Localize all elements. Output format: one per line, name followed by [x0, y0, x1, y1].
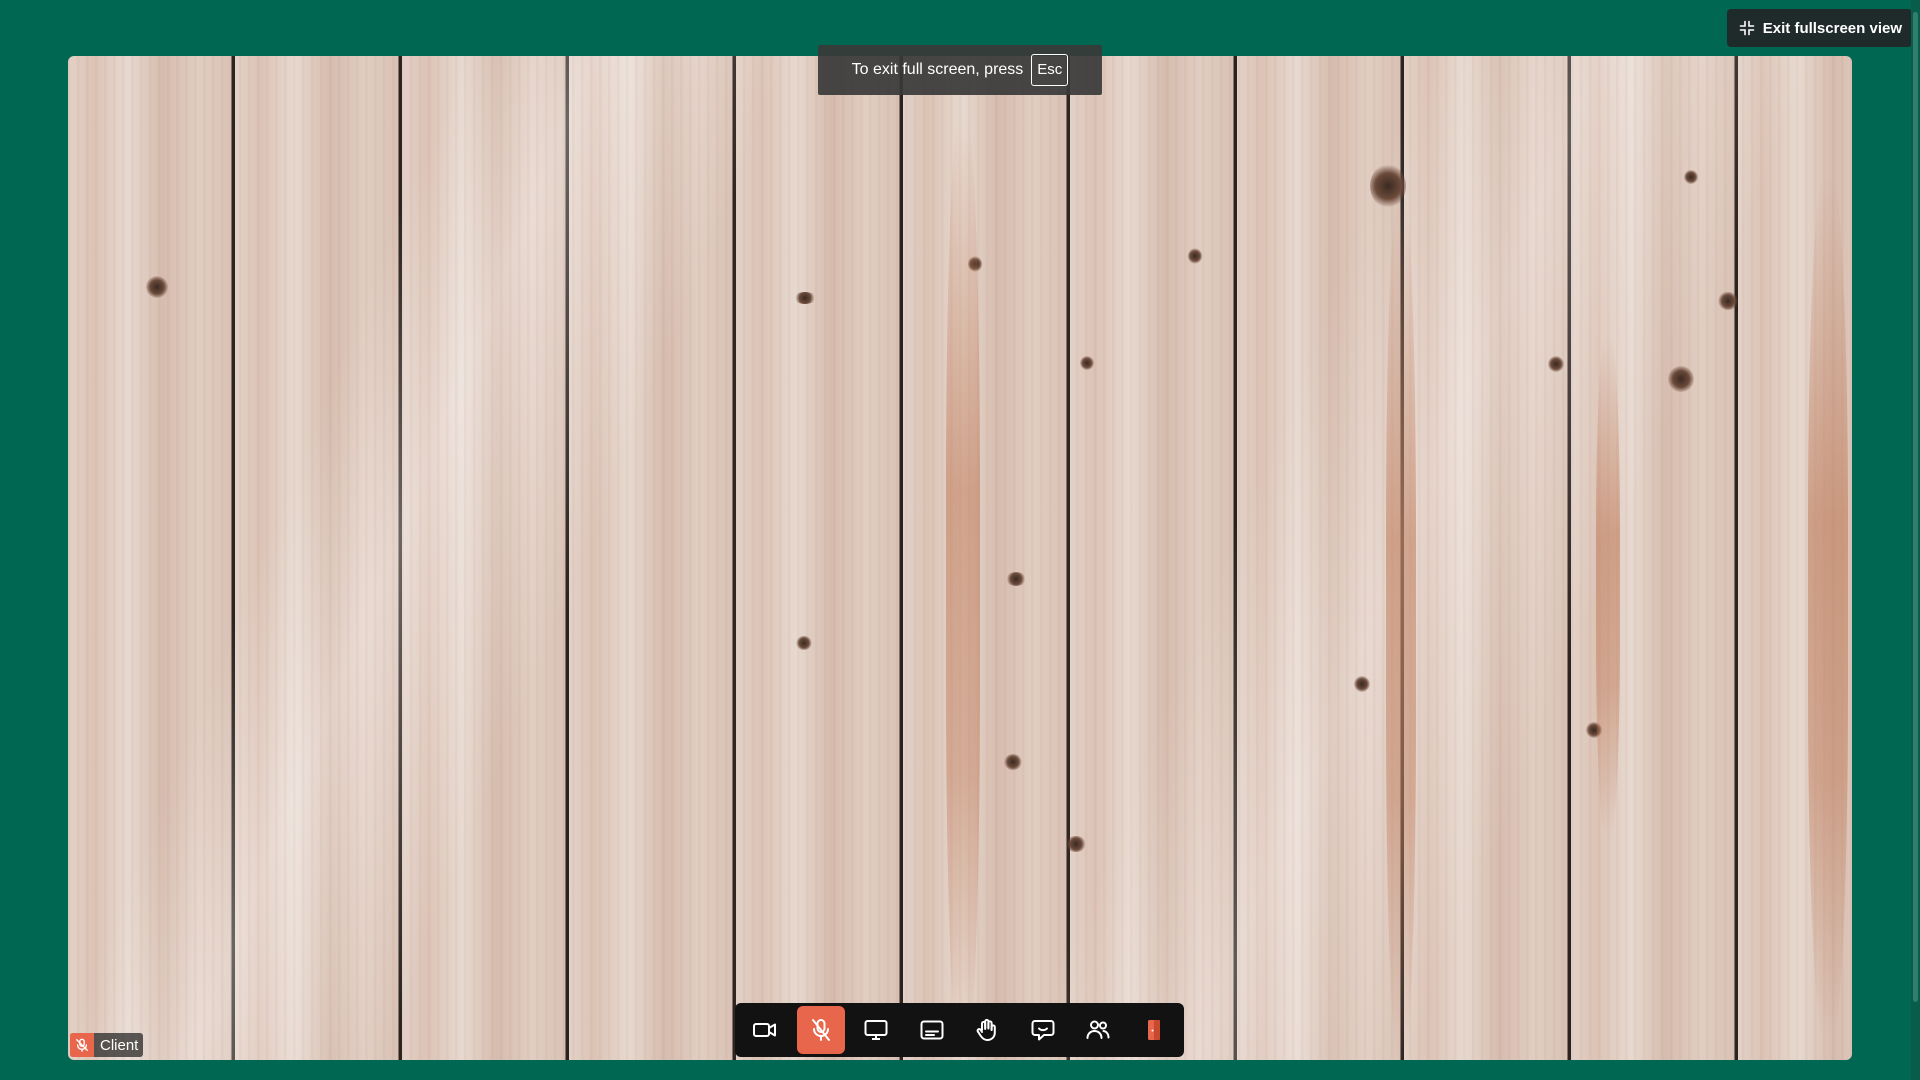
wood-knot [1080, 356, 1094, 370]
wood-streak [1386, 196, 1416, 1056]
leave-meeting-button[interactable] [1130, 1006, 1178, 1054]
wood-streak [1808, 176, 1848, 1036]
collapse-arrows-icon [1739, 20, 1755, 36]
participant-name-label: Client [70, 1033, 144, 1057]
monitor-share-icon [862, 1016, 890, 1044]
meeting-stage: To exit full screen, press Esc Exit full… [0, 0, 1920, 1080]
wood-knot [1006, 572, 1026, 586]
leave-door-icon [1140, 1016, 1168, 1044]
wood-knot [796, 636, 812, 650]
scrollbar-thumb[interactable] [1913, 12, 1918, 1002]
toast-message: To exit full screen, press [851, 61, 1024, 78]
esc-key-hint: Esc [1031, 54, 1069, 86]
camera-button[interactable] [741, 1006, 789, 1054]
page-scrollbar[interactable] [1911, 0, 1920, 1080]
raise-hand-button[interactable] [963, 1006, 1011, 1054]
chat-button[interactable] [1019, 1006, 1067, 1054]
wood-knot [1718, 292, 1738, 310]
wood-knot [1004, 754, 1022, 770]
wood-knot [1066, 836, 1086, 852]
meeting-control-bar [735, 1003, 1184, 1057]
microphone-off-icon [807, 1016, 835, 1044]
video-camera-icon [751, 1016, 779, 1044]
wood-streak [946, 116, 980, 1056]
participants-button[interactable] [1074, 1006, 1122, 1054]
wood-knot [1684, 170, 1698, 184]
microphone-button[interactable] [796, 1006, 845, 1054]
people-icon [1084, 1016, 1112, 1044]
wood-knot [1548, 356, 1564, 372]
captions-icon [918, 1016, 946, 1044]
chat-bubble-icon [1029, 1016, 1057, 1044]
hand-icon [973, 1016, 1001, 1044]
wood-knot [794, 292, 816, 304]
participant-video-tile[interactable] [68, 56, 1852, 1060]
wood-knot [146, 276, 168, 298]
captions-button[interactable] [908, 1006, 956, 1054]
wood-streak [1596, 336, 1620, 836]
microphone-off-icon [70, 1033, 94, 1057]
share-screen-button[interactable] [852, 1006, 900, 1054]
wood-knot [1354, 676, 1370, 692]
wood-knot [1668, 366, 1694, 392]
exit-fullscreen-toast: To exit full screen, press Esc [818, 45, 1102, 95]
participant-name: Client [100, 1036, 139, 1054]
exit-fullscreen-button[interactable]: Exit fullscreen view [1726, 9, 1912, 47]
wood-knot [1188, 248, 1202, 264]
exit-fullscreen-label: Exit fullscreen view [1762, 19, 1902, 37]
